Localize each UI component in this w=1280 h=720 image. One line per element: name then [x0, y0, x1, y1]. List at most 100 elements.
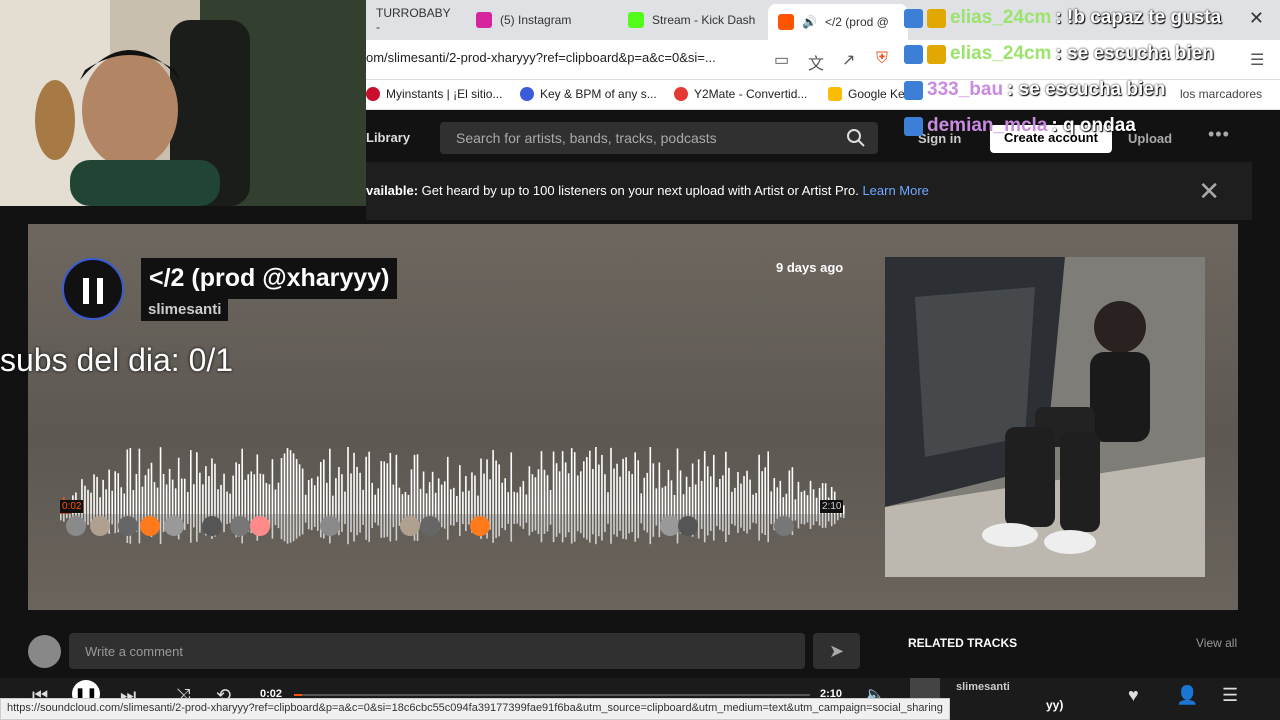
waveform-bar — [740, 483, 742, 514]
comment-avatar[interactable] — [230, 516, 250, 536]
waveform-reflection — [359, 514, 361, 533]
waveform[interactable] — [60, 442, 846, 546]
queue-icon[interactable]: ☰ — [1222, 685, 1238, 706]
brave-shield-icon[interactable]: ⛨ — [876, 50, 888, 68]
waveform-bar — [634, 452, 636, 514]
comment-avatar[interactable] — [320, 516, 340, 536]
waveform-reflection — [836, 514, 839, 521]
comment-avatar[interactable] — [400, 516, 420, 536]
send-icon[interactable]: ➤ — [813, 633, 860, 669]
close-icon[interactable]: ✕ — [1249, 8, 1264, 29]
waveform-reflection — [546, 514, 549, 532]
waveform-bar — [462, 491, 464, 514]
comment-avatar[interactable] — [660, 516, 680, 536]
waveform-reflection — [443, 514, 446, 529]
waveform-reflection — [316, 514, 319, 531]
waveform-bar — [734, 487, 736, 514]
search-icon[interactable] — [846, 128, 866, 148]
waveform-reflection — [649, 514, 652, 545]
nav-library[interactable]: Library — [366, 130, 410, 145]
bookmark-myinstants[interactable]: Myinstants | ¡El sitio... — [366, 87, 502, 101]
pause-button[interactable] — [62, 258, 124, 320]
waveform-reflection — [392, 514, 395, 528]
waveform-reflection — [63, 514, 65, 522]
avatar — [28, 635, 61, 668]
comment-avatar[interactable] — [774, 516, 794, 536]
crown-badge-icon — [927, 44, 946, 64]
bookmark-key-bpm[interactable]: Key & BPM of any s... — [520, 87, 657, 101]
waveform-bar — [189, 450, 192, 514]
learn-more-link[interactable]: Learn More — [862, 183, 928, 198]
tab-soundcloud-active[interactable]: 🔊 </2 (prod @ — [768, 4, 908, 40]
waveform-bar — [120, 487, 123, 514]
waveform-bar — [522, 480, 525, 514]
kick-badge-icon — [904, 116, 923, 136]
comment-avatar[interactable] — [202, 516, 222, 536]
waveform-reflection — [604, 514, 606, 532]
comment-avatar[interactable] — [470, 516, 490, 536]
related-tracks-heading: RELATED TRACKS — [908, 636, 1018, 650]
waveform-bar — [196, 452, 198, 514]
translate-icon[interactable]: 文 — [808, 50, 824, 74]
waveform-reflection — [534, 514, 537, 531]
waveform-reflection — [579, 514, 582, 534]
tab-kick[interactable]: Stream - Kick Dash — [618, 6, 768, 34]
waveform-reflection — [292, 514, 295, 542]
comment-avatar[interactable] — [66, 516, 86, 536]
waveform-reflection — [313, 514, 316, 527]
artist-link[interactable]: slimesanti — [141, 298, 229, 321]
comment-avatar[interactable] — [118, 516, 138, 536]
waveform-bar — [123, 493, 126, 514]
waveform-reflection — [552, 514, 555, 543]
bookmark-y2mate[interactable]: Y2Mate - Convertid... — [674, 87, 807, 101]
waveform-bar — [791, 467, 794, 514]
comment-avatar[interactable] — [164, 516, 184, 536]
waveform-bar — [652, 463, 655, 514]
waveform-bar — [259, 473, 262, 514]
waveform-bar — [797, 481, 800, 514]
waveform-bar — [576, 475, 579, 514]
like-icon[interactable]: ♥ — [1128, 685, 1139, 706]
comment-avatar[interactable] — [678, 516, 698, 536]
waveform-reflection — [806, 514, 809, 523]
banner-bold: vailable: — [366, 183, 419, 198]
waveform-bar — [217, 489, 219, 514]
player-artist[interactable]: slimesanti — [956, 681, 1010, 693]
bookmark-google[interactable]: Google Ke — [828, 87, 905, 101]
waveform-bar — [800, 491, 803, 514]
comment-avatar[interactable] — [90, 516, 110, 536]
waveform-bar — [96, 476, 98, 514]
waveform-bar — [238, 463, 240, 514]
comment-avatar[interactable] — [140, 516, 160, 536]
waveform-bar — [301, 468, 304, 514]
waveform-reflection — [601, 514, 603, 541]
waveform-bar — [392, 484, 395, 514]
waveform-bar — [404, 491, 407, 514]
waveform-bar — [703, 451, 706, 514]
follow-icon[interactable]: 👤 — [1176, 685, 1198, 706]
waveform-reflection — [731, 514, 733, 524]
waveform-bar — [374, 494, 376, 514]
waveform-bar — [755, 493, 757, 514]
comment-avatar[interactable] — [420, 516, 440, 536]
waveform-reflection — [199, 514, 201, 533]
close-icon[interactable]: ✕ — [1198, 176, 1220, 207]
view-all-link[interactable]: View all — [1196, 636, 1237, 650]
tab-turrobaby[interactable]: TURROBABY - — [366, 6, 466, 34]
waveform-reflection — [652, 514, 655, 537]
waveform-bar — [465, 476, 467, 514]
share-icon[interactable]: ↗ — [842, 50, 855, 70]
search-input[interactable]: Search for artists, bands, tracks, podca… — [440, 122, 878, 154]
progress-bar[interactable] — [294, 694, 810, 696]
waveform-bar — [202, 484, 204, 514]
cast-icon[interactable]: ▭ — [774, 50, 789, 70]
tab-instagram[interactable]: (5) Instagram — [466, 6, 616, 34]
comment-input[interactable]: Write a comment — [69, 633, 805, 669]
waveform-bar — [589, 450, 591, 514]
waveform-bar — [205, 466, 207, 514]
waveform-bar — [332, 495, 334, 514]
waveform-bar — [471, 472, 473, 514]
comment-avatar[interactable] — [250, 516, 270, 536]
url-field[interactable]: om/slimesanti/2-prod-xharyyy?ref=clipboa… — [366, 50, 756, 65]
subs-counter-overlay: subs del dia: 0/1 — [0, 342, 234, 378]
